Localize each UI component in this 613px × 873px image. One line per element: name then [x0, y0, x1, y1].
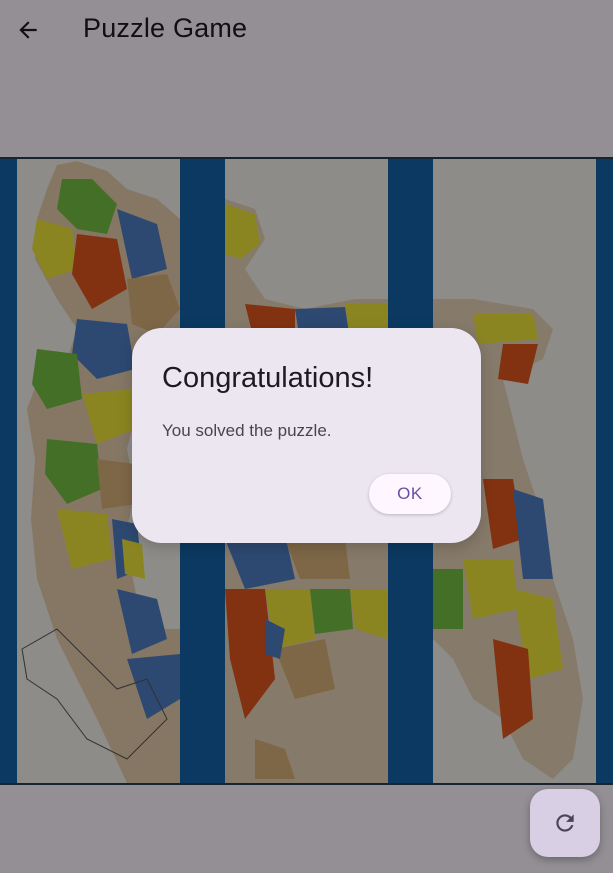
refresh-button[interactable]: [530, 789, 600, 857]
ok-button[interactable]: OK: [369, 474, 451, 514]
dialog-message: You solved the puzzle.: [162, 421, 332, 440]
dialog-title: Congratulations!: [162, 362, 374, 394]
refresh-icon: [556, 814, 574, 832]
congratulations-dialog: Congratulations! You solved the puzzle. …: [132, 328, 481, 543]
